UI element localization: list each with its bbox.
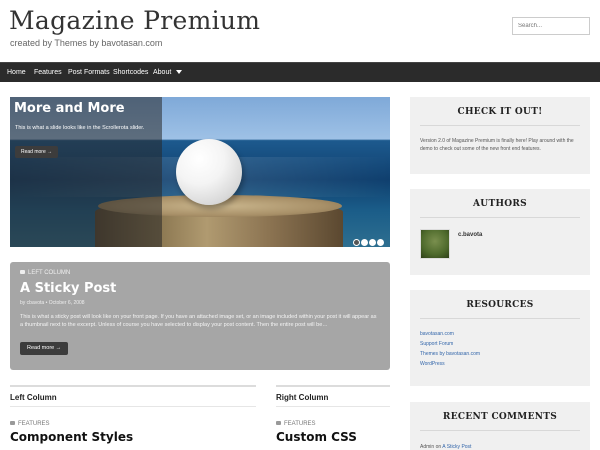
right-column-category-label: Features	[284, 421, 316, 427]
search-input[interactable]	[512, 17, 590, 35]
author-name[interactable]: c.bavota	[458, 232, 482, 238]
folder-icon	[276, 421, 281, 426]
divider	[420, 125, 580, 126]
divider	[420, 430, 580, 431]
left-column-category-label: Features	[18, 421, 50, 427]
nav-item-about-label: About	[153, 69, 172, 76]
sticky-post-meta: by cbavota • October 6, 2008	[20, 300, 85, 306]
site-tagline: created by Themes by bavotasan.com	[10, 38, 163, 48]
featured-slider[interactable]: More and More This is what a slide looks…	[10, 97, 390, 247]
widget-text: Version 2.0 of Magazine Premium is final…	[420, 138, 574, 152]
slider-dot-1[interactable]	[353, 239, 360, 246]
resource-link[interactable]: bavotasan.com	[420, 331, 454, 337]
slide-image-golf-ball	[176, 139, 242, 205]
widget-check-it-out: CHECK IT OUT! Version 2.0 of Magazine Pr…	[410, 97, 590, 174]
slider-pagination	[353, 233, 385, 251]
sticky-post-excerpt: This is what a sticky post will look lik…	[20, 314, 377, 328]
slide-read-more-button[interactable]: Read more →	[15, 146, 59, 158]
folder-icon	[20, 270, 25, 275]
recent-comment: Admin on A Sticky Post	[420, 444, 471, 450]
divider	[420, 217, 580, 218]
folder-icon	[10, 421, 15, 426]
slider-dot-4[interactable]	[377, 239, 384, 246]
slide-caption-overlay: More and More This is what a slide looks…	[10, 97, 162, 247]
chevron-down-icon	[176, 70, 183, 75]
widget-title: RECENT COMMENTS	[442, 412, 558, 422]
left-column-post-title[interactable]: Component Styles	[10, 430, 133, 444]
right-column-heading: Right Column	[276, 385, 390, 407]
sticky-post-title[interactable]: A Sticky Post	[20, 281, 116, 296]
left-column-category[interactable]: Features	[10, 421, 50, 427]
comment-post-link[interactable]: A Sticky Post	[442, 444, 471, 450]
widget-title: RESOURCES	[466, 300, 534, 310]
widget-title: AUTHORS	[473, 199, 527, 209]
nav-item-shortcodes[interactable]: Shortcodes	[113, 63, 148, 83]
site-title[interactable]: Magazine Premium	[9, 6, 260, 35]
main-nav: Home Features Post Formats Shortcodes Ab…	[0, 62, 600, 82]
comment-author: Admin	[420, 444, 435, 450]
slider-dot-3[interactable]	[369, 239, 376, 246]
nav-item-post-formats[interactable]: Post Formats	[68, 63, 110, 83]
right-column-category[interactable]: Features	[276, 421, 316, 427]
comment-on: on	[435, 444, 442, 450]
resource-link[interactable]: WordPress	[420, 361, 445, 367]
divider	[420, 318, 580, 319]
widget-resources: RESOURCES bavotasan.com Support Forum Th…	[410, 290, 590, 386]
widget-recent-comments: RECENT COMMENTS Admin on A Sticky Post	[410, 402, 590, 450]
nav-item-home[interactable]: Home	[7, 63, 26, 83]
widget-authors: AUTHORS c.bavota	[410, 189, 590, 275]
slide-title[interactable]: More and More	[14, 101, 125, 116]
resource-link[interactable]: Themes by bavotasan.com	[420, 351, 480, 357]
slider-dot-2[interactable]	[361, 239, 368, 246]
nav-item-about[interactable]: About	[153, 63, 183, 83]
sticky-post-category-label: Left Column	[28, 270, 71, 276]
left-column-heading: Left Column	[10, 385, 256, 407]
slide-text: This is what a slide looks like in the S…	[15, 125, 145, 131]
resource-link[interactable]: Support Forum	[420, 341, 453, 347]
sticky-post: Left Column A Sticky Post by cbavota • O…	[10, 262, 390, 370]
sticky-read-more-button[interactable]: Read more →	[20, 342, 69, 355]
right-column-post-title[interactable]: Custom CSS	[276, 430, 357, 444]
sticky-post-category[interactable]: Left Column	[20, 270, 70, 276]
nav-item-features[interactable]: Features	[34, 63, 62, 83]
avatar[interactable]	[420, 229, 450, 259]
widget-title: CHECK IT OUT!	[457, 107, 543, 117]
